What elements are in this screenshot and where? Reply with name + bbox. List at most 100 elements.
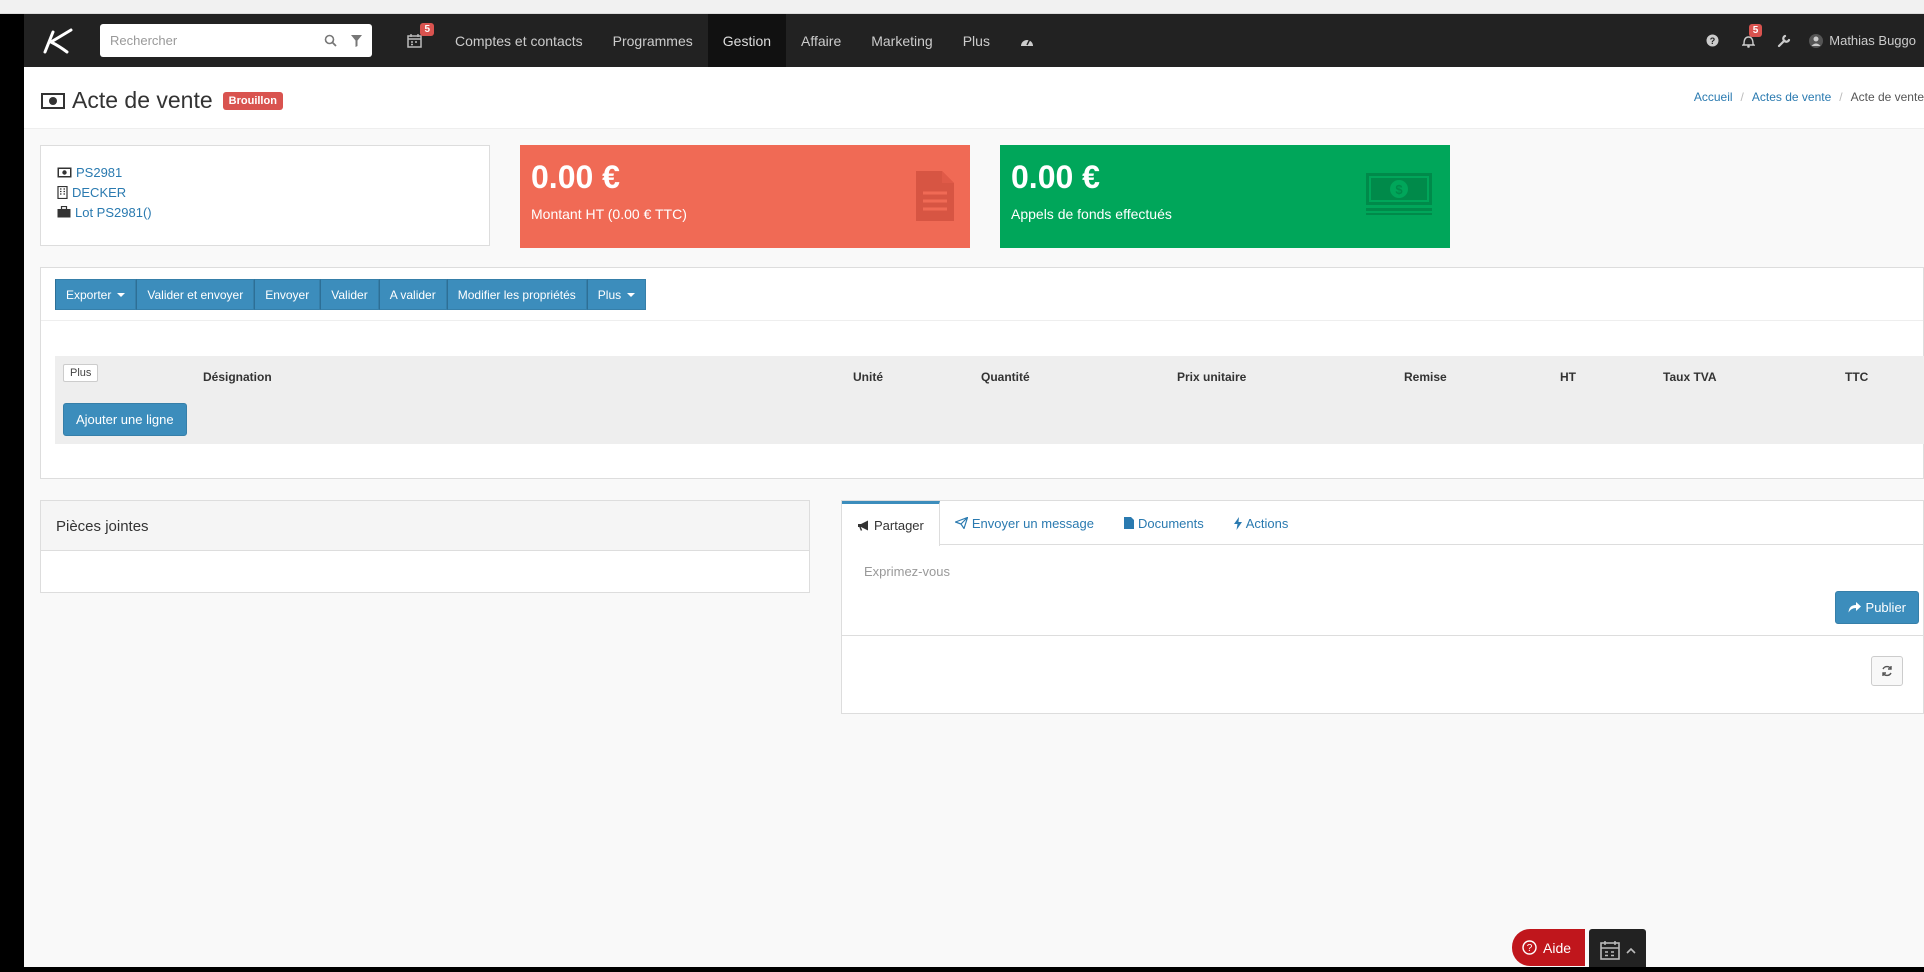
building-icon: [57, 185, 68, 199]
help-nav-button[interactable]: ?: [1694, 14, 1730, 67]
calendar-icon: [406, 34, 422, 48]
file-icon: [1124, 517, 1134, 529]
page-title: Acte de vente Brouillon: [40, 87, 283, 114]
export-button[interactable]: Exporter: [55, 279, 137, 310]
post-input[interactable]: Exprimez-vous: [864, 564, 950, 579]
filter-icon[interactable]: [351, 34, 362, 47]
lines-panel: Exporter Valider et envoyer Envoyer Vali…: [40, 267, 1924, 479]
funds-stat-box: 0.00 € Appels de fonds effectués $: [1000, 145, 1450, 248]
nav-affaire[interactable]: Affaire: [786, 14, 856, 67]
column-header-designation: Désignation: [203, 370, 272, 384]
question-circle-icon: ?: [1522, 940, 1537, 955]
validate-send-button[interactable]: Valider et envoyer: [136, 279, 255, 310]
social-tabs: Partager Envoyer un message Documents Ac…: [842, 501, 1923, 546]
bolt-icon: [1233, 516, 1242, 530]
money-icon: [57, 167, 72, 178]
main-nav: Comptes et contacts Programmes Gestion A…: [440, 14, 1049, 67]
add-line-button[interactable]: Ajouter une ligne: [63, 403, 187, 436]
publish-button[interactable]: Publier: [1834, 591, 1919, 624]
briefcase-icon: [57, 206, 71, 218]
wrench-icon: [1778, 34, 1791, 47]
breadcrumb: Accueil / Actes de vente / Acte de vente: [1694, 90, 1924, 104]
document-icon: [916, 171, 954, 224]
svg-text:?: ?: [1527, 943, 1533, 954]
lines-table: Plus Désignation Unité Quantité Prix uni…: [55, 356, 1924, 444]
edit-properties-button[interactable]: Modifier les propriétés: [446, 279, 587, 310]
column-header-taux-tva: Taux TVA: [1663, 370, 1717, 384]
column-header-ttc: TTC: [1845, 370, 1869, 384]
column-header-quantite: Quantité: [981, 370, 1030, 384]
more-label: Plus: [597, 287, 622, 302]
reference-link[interactable]: PS2981: [57, 162, 473, 182]
caret-down-icon: [117, 292, 126, 297]
navbar-right: ? 5 Mathias Buggo: [1694, 14, 1924, 67]
refresh-button[interactable]: [1871, 656, 1903, 686]
notifications-badge: 5: [1748, 24, 1763, 37]
divider: [41, 320, 1923, 321]
settings-nav-button[interactable]: [1766, 14, 1802, 67]
table-plus-button[interactable]: Plus: [63, 364, 99, 382]
help-label: Aide: [1543, 939, 1572, 956]
page-header: Acte de vente Brouillon Accueil / Actes …: [24, 67, 1924, 129]
nav-plus[interactable]: Plus: [948, 14, 1005, 67]
lot-link[interactable]: Lot PS2981(): [57, 202, 473, 222]
nav-comptes-contacts[interactable]: Comptes et contacts: [440, 14, 598, 67]
breadcrumb-actes[interactable]: Actes de vente: [1752, 90, 1831, 104]
breadcrumb-separator: /: [1740, 90, 1744, 104]
tab-actions[interactable]: Actions: [1219, 501, 1304, 545]
refresh-icon: [1882, 665, 1892, 677]
amount-label: Montant HT (0.00 € TTC): [531, 206, 687, 222]
send-button[interactable]: Envoyer: [254, 279, 321, 310]
info-box: PS2981 DECKER Lot PS2981(): [40, 145, 490, 246]
breadcrumb-separator: /: [1839, 90, 1843, 104]
bullhorn-icon: [858, 520, 868, 531]
calendar-badge: 5: [420, 22, 434, 36]
validate-button[interactable]: Valider: [320, 279, 379, 310]
dashboard-nav-button[interactable]: [1005, 14, 1049, 67]
tab-documents[interactable]: Documents: [1109, 501, 1219, 545]
status-badge: Brouillon: [222, 91, 283, 110]
caret-down-icon: [627, 292, 636, 297]
question-icon: ?: [1706, 34, 1719, 47]
chevron-up-icon: [1625, 947, 1636, 954]
nav-programmes[interactable]: Programmes: [598, 14, 708, 67]
column-header-unite: Unité: [853, 370, 883, 384]
amount-value: 0.00 €: [531, 159, 620, 195]
calendar-nav-button[interactable]: 5: [402, 22, 434, 53]
browser-chrome: [0, 0, 1924, 14]
nav-marketing[interactable]: Marketing: [856, 14, 947, 67]
breadcrumb-home[interactable]: Accueil: [1694, 90, 1733, 104]
lot-text: Lot PS2981(): [75, 204, 152, 220]
search-box: [100, 24, 372, 57]
notifications-button[interactable]: 5: [1730, 14, 1766, 67]
tab-actions-label: Actions: [1245, 515, 1289, 531]
attachments-panel: Pièces jointes: [40, 500, 810, 593]
search-input[interactable]: [110, 33, 314, 48]
actions-toolbar: Exporter Valider et envoyer Envoyer Vali…: [55, 279, 647, 310]
client-link[interactable]: DECKER: [57, 182, 473, 202]
page-content: Acte de vente Brouillon Accueil / Actes …: [24, 67, 1924, 972]
money-icon: $: [1366, 173, 1432, 218]
tab-envoyer-label: Envoyer un message: [971, 515, 1094, 531]
to-validate-button[interactable]: A valider: [378, 279, 447, 310]
tab-envoyer-message[interactable]: Envoyer un message: [940, 501, 1109, 545]
user-menu[interactable]: Mathias Buggo: [1802, 33, 1924, 49]
svg-text:$: $: [1395, 182, 1403, 197]
more-actions-button[interactable]: Plus: [586, 279, 647, 310]
dashboard-icon: [1020, 38, 1033, 46]
logo-icon: [43, 28, 73, 53]
client-text: DECKER: [72, 184, 127, 200]
bottom-edge: [24, 967, 1924, 972]
column-header-prix-unitaire: Prix unitaire: [1177, 370, 1247, 384]
money-icon: [41, 92, 65, 109]
page-title-text: Acte de vente: [72, 87, 213, 113]
nav-gestion[interactable]: Gestion: [707, 14, 787, 67]
tab-partager[interactable]: Partager: [842, 501, 940, 546]
svg-text:?: ?: [1710, 36, 1716, 46]
column-header-ht: HT: [1560, 370, 1576, 384]
app-logo[interactable]: [30, 14, 86, 67]
search-icon[interactable]: [324, 34, 337, 47]
calendar-widget-button[interactable]: [1589, 929, 1646, 971]
help-widget-button[interactable]: ? Aide: [1512, 929, 1586, 966]
amount-stat-box: 0.00 € Montant HT (0.00 € TTC): [520, 145, 970, 248]
